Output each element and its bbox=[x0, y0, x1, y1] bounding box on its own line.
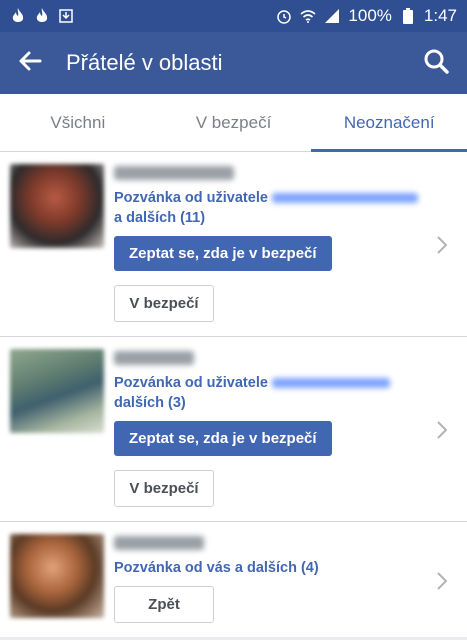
tab-unmarked[interactable]: Neoznačení bbox=[311, 94, 467, 152]
mark-safe-button[interactable]: V bezpečí bbox=[114, 285, 214, 322]
app-header: Přátelé v oblasti bbox=[0, 32, 467, 94]
chevron-right-icon bbox=[437, 419, 448, 445]
signal-icon bbox=[324, 8, 340, 24]
mark-safe-button[interactable]: V bezpečí bbox=[114, 470, 214, 507]
tab-bar: Všichni V bezpečí Neoznačení bbox=[0, 94, 467, 152]
inviter-name-blurred bbox=[271, 378, 390, 389]
invite-text: Pozvánka od vás a dalších (4) bbox=[114, 560, 319, 576]
undo-button[interactable]: Zpět bbox=[114, 586, 214, 623]
list-item[interactable]: Pozvánka od uživatele a dalších (11) Zep… bbox=[0, 152, 467, 337]
friend-name-blurred bbox=[114, 351, 194, 365]
chevron-right-icon bbox=[437, 570, 448, 596]
inviter-name-blurred bbox=[271, 193, 418, 204]
avatar bbox=[10, 349, 104, 433]
tinder-flame-icon bbox=[34, 8, 50, 24]
wifi-icon bbox=[300, 8, 316, 24]
tab-all[interactable]: Všichni bbox=[0, 94, 156, 151]
back-arrow-icon[interactable] bbox=[18, 50, 42, 77]
status-bar: 100% 1:47 bbox=[0, 0, 467, 32]
clock: 1:47 bbox=[423, 6, 457, 25]
tinder-flame-icon bbox=[10, 8, 26, 24]
search-icon[interactable] bbox=[423, 48, 449, 79]
tab-safe[interactable]: V bezpečí bbox=[156, 94, 312, 151]
avatar bbox=[10, 164, 104, 248]
alarm-icon bbox=[276, 8, 292, 24]
invite-text: Pozvánka od uživatele dalších (3) bbox=[114, 373, 423, 413]
page-title: Přátelé v oblasti bbox=[66, 50, 223, 75]
friends-list: Pozvánka od uživatele a dalších (11) Zep… bbox=[0, 152, 467, 637]
battery-percent: 100% bbox=[348, 6, 392, 25]
invite-text: Pozvánka od uživatele a dalších (11) bbox=[114, 188, 423, 228]
avatar bbox=[10, 534, 104, 618]
ask-if-safe-button[interactable]: Zeptat se, zda je v bezpečí bbox=[114, 236, 332, 271]
ask-if-safe-button[interactable]: Zeptat se, zda je v bezpečí bbox=[114, 421, 332, 456]
chevron-right-icon bbox=[437, 234, 448, 260]
friend-name-blurred bbox=[114, 166, 234, 180]
download-icon bbox=[58, 8, 74, 24]
friend-name-blurred bbox=[114, 536, 204, 550]
list-item[interactable]: Pozvánka od uživatele dalších (3) Zeptat… bbox=[0, 337, 467, 522]
battery-icon bbox=[400, 8, 416, 24]
list-item[interactable]: Pozvánka od vás a dalších (4) Zpět bbox=[0, 522, 467, 637]
